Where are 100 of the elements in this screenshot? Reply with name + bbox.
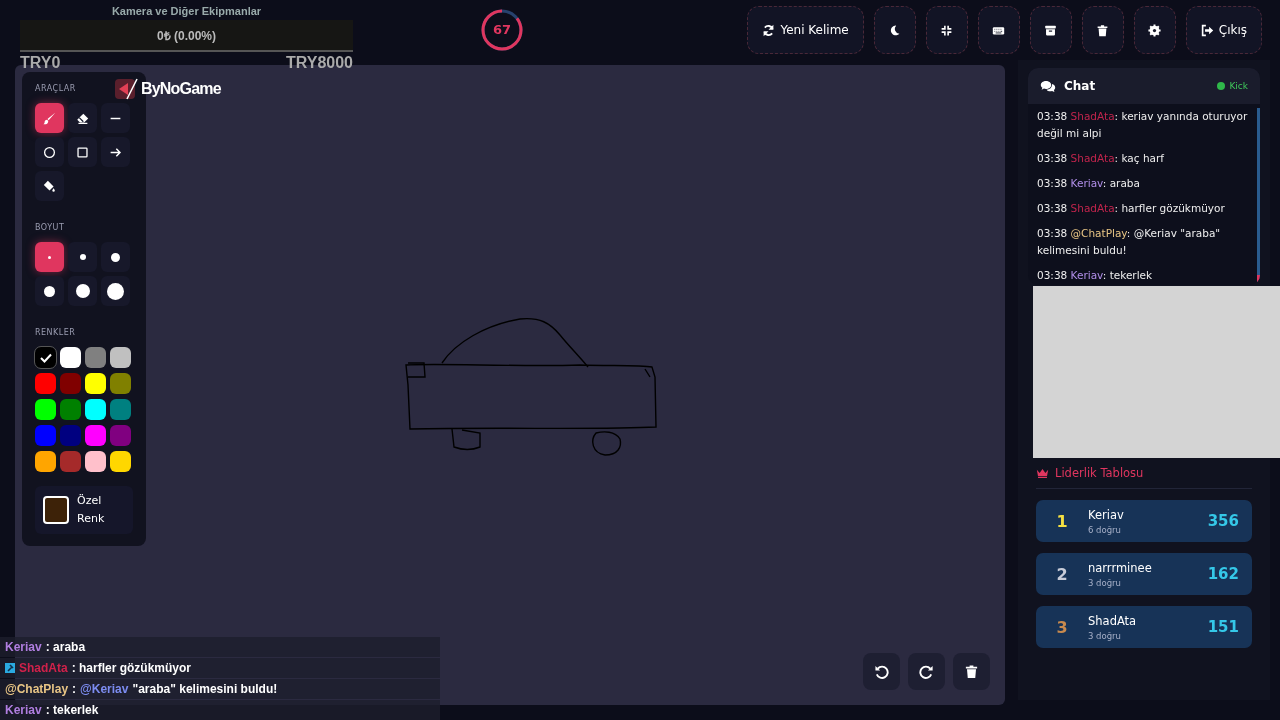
section-label: ARAÇLAR xyxy=(35,84,77,93)
score: 162 xyxy=(1207,565,1239,583)
trash-icon xyxy=(1096,23,1110,37)
overlay-caption: Kamera ve Diğer Ekipmanlar xyxy=(110,5,263,17)
color-swatch[interactable] xyxy=(110,373,131,394)
crown-icon xyxy=(1036,468,1049,478)
color-swatch[interactable] xyxy=(35,451,56,472)
section-label: BOYUT xyxy=(35,223,66,232)
icon-button[interactable] xyxy=(925,6,968,54)
size-dot-icon xyxy=(44,285,55,297)
toolbar-button[interactable]: Yeni Kelime xyxy=(747,6,864,54)
color-swatch[interactable] xyxy=(35,399,56,420)
size-button[interactable] xyxy=(101,276,130,306)
color-swatch[interactable] xyxy=(60,373,81,394)
status-label: Kick xyxy=(1229,81,1248,91)
section-label: RENKLER xyxy=(35,328,77,337)
color-swatch[interactable] xyxy=(35,425,56,446)
undo-icon xyxy=(874,664,889,679)
logo-icon xyxy=(115,77,139,101)
size-dot-icon xyxy=(48,255,51,259)
color-swatch[interactable] xyxy=(110,425,131,446)
chat-message: 03:38 ShadAta: keriav yanında oturuyor değil mi alpi xyxy=(1037,109,1248,141)
size-button[interactable] xyxy=(68,276,97,306)
size-dot-icon xyxy=(75,284,90,298)
color-swatch[interactable] xyxy=(110,451,131,472)
brush-icon xyxy=(43,111,56,125)
color-swatch[interactable] xyxy=(85,373,106,394)
custom-color-button[interactable]: Özel Renk xyxy=(35,486,133,534)
rank-number: 2 xyxy=(1055,564,1069,584)
paint-bucket-icon xyxy=(43,179,56,193)
trash-icon xyxy=(964,664,979,679)
mention-link[interactable]: @Keriav xyxy=(80,682,129,696)
compress-icon xyxy=(940,23,954,37)
timer-value: 67 xyxy=(492,23,512,37)
chat-username: Keriav xyxy=(5,703,42,717)
eraser-icon xyxy=(76,111,89,125)
icon-button[interactable] xyxy=(1029,6,1072,54)
rank-number: 3 xyxy=(1055,617,1069,637)
refresh-icon xyxy=(762,23,776,37)
color-swatch[interactable] xyxy=(60,451,81,472)
chat-message: 03:38 ShadAta: kaç harf xyxy=(1037,151,1165,166)
square-icon xyxy=(76,145,89,159)
panel-title: Chat xyxy=(1064,79,1096,93)
logo-text: ByNoGame xyxy=(141,80,221,98)
score: 151 xyxy=(1207,618,1239,636)
size-dot-icon xyxy=(107,282,124,300)
tool-button[interactable] xyxy=(101,137,130,167)
tool-button[interactable] xyxy=(35,171,64,201)
check-icon xyxy=(39,352,52,363)
color-swatch[interactable] xyxy=(85,347,106,368)
color-swatch[interactable] xyxy=(60,399,81,420)
color-swatch[interactable] xyxy=(60,425,81,446)
correct-count: 3 doğru xyxy=(1088,630,1122,641)
chat-text: : harfler gözükmüyor xyxy=(71,661,192,675)
color-swatch[interactable] xyxy=(35,373,56,394)
chat-text: : araba xyxy=(45,640,86,654)
tool-button[interactable] xyxy=(35,103,64,133)
tool-button[interactable] xyxy=(35,137,64,167)
size-button[interactable] xyxy=(68,242,97,272)
icon-button[interactable] xyxy=(1133,6,1176,54)
player-name: narrrminee xyxy=(1088,560,1152,575)
chat-message: 03:38 @ChatPlay: @Keriav "araba" kelimesini buldu! xyxy=(1037,226,1222,258)
logout-icon xyxy=(1200,23,1214,37)
correct-count: 6 doğru xyxy=(1088,524,1122,535)
chat-text: "araba" kelimesini buldu! xyxy=(132,682,278,696)
settings-icon xyxy=(1148,23,1162,37)
chat-message: 03:38 Keriav: araba xyxy=(1037,176,1141,191)
chat-message: 03:38 ShadAta: harfler gözükmüyor xyxy=(1037,201,1226,216)
size-dot-icon xyxy=(111,252,120,262)
color-swatch[interactable] xyxy=(60,347,81,368)
color-swatch[interactable] xyxy=(110,399,131,420)
player-name: ShadAta xyxy=(1088,613,1137,628)
moon-icon xyxy=(888,23,902,37)
chat-text: : tekerlek xyxy=(45,703,99,717)
score: 356 xyxy=(1207,512,1239,530)
correct-count: 3 doğru xyxy=(1088,577,1122,588)
size-button[interactable] xyxy=(101,242,130,272)
color-swatch[interactable] xyxy=(85,399,106,420)
size-dot-icon xyxy=(79,254,86,260)
size-button[interactable] xyxy=(35,276,64,306)
chat-text: : xyxy=(72,682,77,696)
chat-message: 03:38 Keriav: tekerlek xyxy=(1037,268,1154,283)
color-swatch[interactable] xyxy=(85,451,106,472)
countdown-ring xyxy=(480,8,524,52)
icon-button[interactable] xyxy=(908,653,945,690)
toolbar-button[interactable]: Çıkış xyxy=(1185,6,1262,54)
color-swatch[interactable] xyxy=(110,347,131,368)
player-name: Keriav xyxy=(1088,507,1124,522)
redo-icon xyxy=(919,664,934,679)
color-swatch[interactable] xyxy=(35,347,56,368)
chat-icon xyxy=(1040,79,1056,93)
tool-button[interactable] xyxy=(68,103,97,133)
goal-amount: 0₺ (0.00%) xyxy=(157,27,216,44)
icon-button[interactable] xyxy=(953,653,990,690)
icon-button[interactable] xyxy=(863,653,900,690)
icon-button[interactable] xyxy=(1081,6,1124,54)
icon-button[interactable] xyxy=(977,6,1020,54)
tool-button[interactable] xyxy=(68,137,97,167)
color-swatch[interactable] xyxy=(85,425,106,446)
chat-username: ShadAta xyxy=(19,661,68,675)
